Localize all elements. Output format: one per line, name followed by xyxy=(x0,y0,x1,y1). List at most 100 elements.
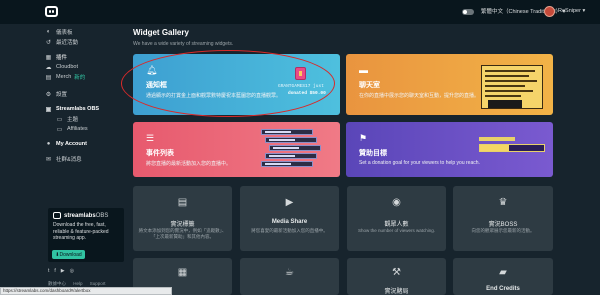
sidebar-item-themes[interactable]: ▭ 主題 xyxy=(45,114,111,124)
sidebar-item-label: 主題 xyxy=(67,117,79,123)
account-icon: ● xyxy=(46,141,51,147)
sidebar-item-label: Affiliates xyxy=(67,126,88,132)
widgets-icon: ▦ xyxy=(45,54,52,61)
eye-icon: ◉ xyxy=(392,197,401,208)
widget-title: 實況BOSS xyxy=(488,222,518,228)
widget-title: 贊助目標 xyxy=(359,150,387,157)
alert-preview: GRANTGAMES17 just donated $50.00 xyxy=(278,62,330,108)
sidebar-item-settings[interactable]: ⚙ 設置 xyxy=(45,89,111,99)
gavel-icon: ⚒ xyxy=(392,267,401,278)
widget-card-event-list[interactable]: ☰ 事件列表 將您直播的最新活動加入您的直播中。 xyxy=(133,122,340,177)
widget-description: 將您喜愛的最新活動加入您的直播中。 xyxy=(251,228,328,233)
obs-icon: ▣ xyxy=(45,106,52,113)
sidebar-item-label: My Account xyxy=(56,141,87,147)
goal-progress-fill xyxy=(480,145,509,151)
event-list-preview xyxy=(255,126,335,172)
alert-preview-line2: donated $50.00 xyxy=(288,91,326,96)
widget-title: 觀眾人數 xyxy=(384,222,409,228)
widget-card-chat-box[interactable]: ▬ 聊天室 在你的直播中展示您的聊天室和互動，提升您的直播。 xyxy=(346,54,553,115)
settings-icon: ⚙ xyxy=(45,91,52,98)
sidebar-item-activity[interactable]: ↺ 最近活動 xyxy=(45,37,111,47)
social-links: t f ▶ ◎ xyxy=(48,268,108,274)
widget-description: 通過顯示的打賞金上面和觀眾數特慶祝本藍圖您的直播觀眾。 xyxy=(146,93,282,99)
stream-boss-icon: ♛ xyxy=(498,197,508,208)
widget-card-viewer-count[interactable]: ◉ 觀眾人數 Show the number of viewers watchi… xyxy=(347,186,446,251)
sidebar-item-cloudbot[interactable]: ☁ Cloudbot xyxy=(45,62,111,72)
widget-description: 將您直播的最新活動加入您的直播中。 xyxy=(146,161,232,167)
sidebar-item-label: Streamlabs OBS xyxy=(56,106,100,112)
community-icon: ✉ xyxy=(45,156,52,163)
download-button[interactable]: ⬇ Download xyxy=(52,250,85,259)
widget-card-stream-labels[interactable]: ▤ 實況標籤 將文本添加到您的實況中，例如「追蹤數」、 「上次最新贊助」和其他內… xyxy=(133,186,232,251)
widget-card-end-credits[interactable]: ▰ End Credits xyxy=(453,258,553,295)
sidebar-item-affiliates[interactable]: ▭ Affiliates xyxy=(45,124,111,134)
widget-description-line2: 「上次最新贊助」和其他內容。 xyxy=(151,234,214,239)
widget-title: 實況標籤 xyxy=(170,222,195,228)
bell-icon: 🔔︎ xyxy=(146,65,158,75)
user-menu[interactable]: ReSniper ▾ xyxy=(558,8,585,14)
widget-title: 通知框 xyxy=(146,82,167,89)
widget-card-alert-box[interactable]: 🔔︎ 通知框 通過顯示的打賞金上面和觀眾數特慶祝本藍圖您的直播觀眾。 GRANT… xyxy=(133,54,340,115)
user-avatar[interactable] xyxy=(544,6,555,17)
sidebar-item-label: 設置 xyxy=(56,92,68,98)
promo-text: Download the free, fast, reliable & feat… xyxy=(53,222,109,241)
page-title: Widget Gallery xyxy=(133,28,189,37)
merch-icon: ▤ xyxy=(45,74,52,81)
footer-link-data-center[interactable]: 數據中心 xyxy=(48,281,66,286)
widget-description: Show the number of viewers watching. xyxy=(357,228,436,233)
top-bar: 繁體中文（Chinese Traditional） ▾ ReSniper ▾ xyxy=(0,0,600,24)
sidebar-item-label: 插件 xyxy=(56,55,68,61)
new-badge: 新的 xyxy=(74,75,86,81)
sidebar-item-community[interactable]: ✉ 社群&消息 xyxy=(45,154,111,164)
sidebar-item-label: 社群&消息 xyxy=(56,157,82,163)
document-icon: ▤ xyxy=(177,197,188,208)
youtube-icon[interactable]: ▶ xyxy=(61,268,65,274)
username: ReSniper xyxy=(558,8,581,14)
calendar-icon: ▦ xyxy=(177,267,188,278)
affiliates-icon: ▭ xyxy=(56,126,63,133)
sidebar-nav: ◐ 儀表板 ↺ 最近活動 ▦ 插件 ☁ Cloudbot ▤ Merch 新的 ⚙ 設置 ▣ S… xyxy=(45,27,111,164)
chat-preview xyxy=(481,65,543,109)
goal-preview xyxy=(479,136,545,162)
widget-card-stream-bet[interactable]: ⚒ 實況賭局 xyxy=(347,258,446,295)
widget-description: Set a donation goal for your viewers to … xyxy=(359,160,480,166)
facebook-icon[interactable]: f xyxy=(54,268,55,274)
promo-brand: streamlabs OBS xyxy=(53,212,119,219)
footer-link-support[interactable]: Support xyxy=(90,281,106,286)
widget-description: 向您的觀眾展示您最新的活動。 xyxy=(471,228,535,233)
sidebar-item-label: Merch xyxy=(56,74,72,80)
widget-description: 在你的直播中展示您的聊天室和互動，提升您的直播。 xyxy=(359,93,480,99)
widget-card-donation-goal[interactable]: ⚑ 贊助目標 Set a donation goal for your view… xyxy=(346,122,553,177)
widget-title: Media Share xyxy=(271,219,308,225)
sidebar-item-label: 最近活動 xyxy=(56,40,79,46)
widget-card-media-share[interactable]: ▶ Media Share 將您喜愛的最新活動加入您的直播中。 xyxy=(240,186,339,251)
streamlabs-logo-icon xyxy=(53,212,61,219)
sidebar-item-merch[interactable]: ▤ Merch 新的 xyxy=(45,72,111,82)
widget-title: 實況賭局 xyxy=(384,289,409,295)
dashboard-icon: ◐ xyxy=(46,29,51,35)
sidebar-item-streamlabs-obs[interactable]: ▣ Streamlabs OBS xyxy=(45,104,111,114)
theme-icon: ▭ xyxy=(56,116,63,123)
widget-card-stream-boss[interactable]: ♛ 實況BOSS 向您的觀眾展示您最新的活動。 xyxy=(453,186,553,251)
flag-icon: ⚑ xyxy=(359,133,368,143)
footer-link-help[interactable]: Help xyxy=(73,281,82,286)
gift-icon xyxy=(295,67,306,80)
browser-status-bar: https://streamlabs.com/dashboard#/alertb… xyxy=(0,287,172,295)
widget-title: End Credits xyxy=(486,286,520,292)
widget-title: 聊天室 xyxy=(359,82,380,89)
page-subtitle: We have a wide variety of streaming widg… xyxy=(133,41,234,47)
sidebar-item-my-account[interactable]: ● My Account xyxy=(45,139,111,149)
streamlabs-logo-icon[interactable] xyxy=(45,6,58,17)
night-mode-toggle[interactable] xyxy=(462,9,474,15)
list-icon: ☰ xyxy=(146,133,155,143)
alert-preview-line1: GRANTGAMES17 just xyxy=(278,84,324,89)
instagram-icon[interactable]: ◎ xyxy=(70,268,74,274)
credits-icon: ▰ xyxy=(499,267,507,278)
sidebar-item-dashboard[interactable]: ◐ 儀表板 xyxy=(45,27,111,37)
obs-promo-card: streamlabs OBS Download the free, fast, r… xyxy=(48,208,124,262)
sidebar-item-widgets[interactable]: ▦ 插件 xyxy=(45,52,111,62)
twitter-icon[interactable]: t xyxy=(48,268,49,274)
sidebar-item-label: Cloudbot xyxy=(56,64,79,70)
cup-icon: ☕︎ xyxy=(285,267,294,278)
widget-card-cup[interactable]: ☕︎ xyxy=(240,258,339,295)
